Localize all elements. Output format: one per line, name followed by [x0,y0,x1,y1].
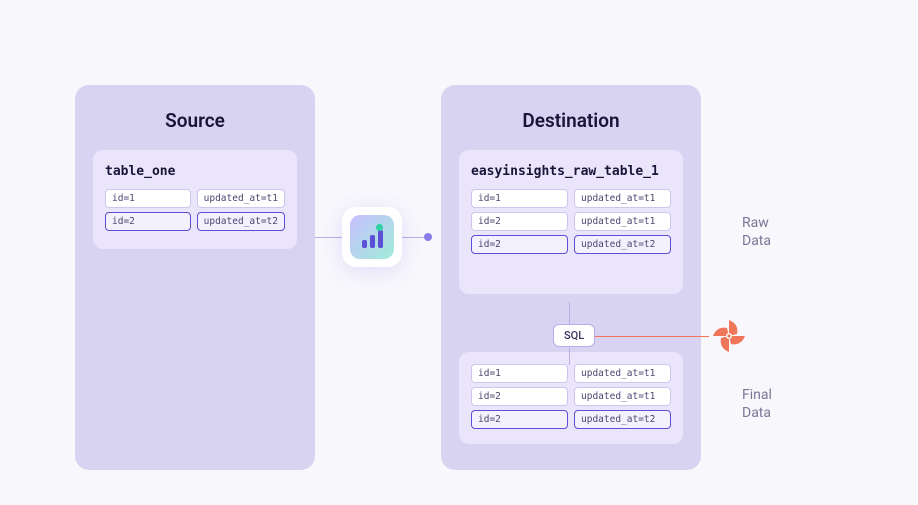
table-row: id=2 updated_at=t2 [471,410,671,429]
destination-title: Destination [459,109,683,132]
source-title: Source [93,109,297,132]
table-row: id=1 updated_at=t1 [471,189,671,208]
raw-table-card: easyinsights_raw_table_1 id=1 updated_at… [459,150,683,294]
cell-id: id=2 [471,212,568,231]
connector-line [315,237,342,238]
connector-line [569,348,570,365]
connector-line [592,336,709,337]
cell-updated: updated_at=t1 [574,387,671,406]
table-row: id=2 updated_at=t2 [471,235,671,254]
easyinsights-icon [342,207,402,267]
cell-id: id=1 [105,189,191,208]
sql-badge: SQL [553,324,595,347]
cell-id: id=2 [105,212,191,231]
table-row: id=2 updated_at=t1 [471,212,671,231]
cell-updated: updated_at=t1 [574,364,671,383]
table-row: id=1 updated_at=t1 [471,364,671,383]
cell-updated: updated_at=t2 [574,410,671,429]
bar-chart-icon [350,215,394,259]
final-table-card: id=1 updated_at=t1 id=2 updated_at=t1 id… [459,352,683,444]
cell-id: id=1 [471,364,568,383]
table-row: id=2 updated_at=t1 [471,387,671,406]
source-panel: Source table_one id=1 updated_at=t1 id=2… [75,85,315,470]
cell-id: id=2 [471,410,568,429]
raw-table-name: easyinsights_raw_table_1 [471,164,671,179]
table-row: id=1 updated_at=t1 [105,189,285,208]
source-table-name: table_one [105,164,285,179]
final-data-label: FinalData [742,386,772,422]
cell-updated: updated_at=t1 [574,189,671,208]
cell-updated: updated_at=t1 [197,189,285,208]
source-table-card: table_one id=1 updated_at=t1 id=2 update… [93,150,297,249]
table-row: id=2 updated_at=t2 [105,212,285,231]
cell-id: id=1 [471,189,568,208]
raw-data-label: RawData [742,214,771,250]
cell-updated: updated_at=t2 [197,212,285,231]
connector-line [569,302,570,324]
cell-updated: updated_at=t1 [574,212,671,231]
pinwheel-icon [711,318,747,354]
cell-updated: updated_at=t2 [574,235,671,254]
cell-id: id=2 [471,387,568,406]
cell-id: id=2 [471,235,568,254]
connector-dot [424,233,432,241]
destination-panel: Destination easyinsights_raw_table_1 id=… [441,85,701,470]
